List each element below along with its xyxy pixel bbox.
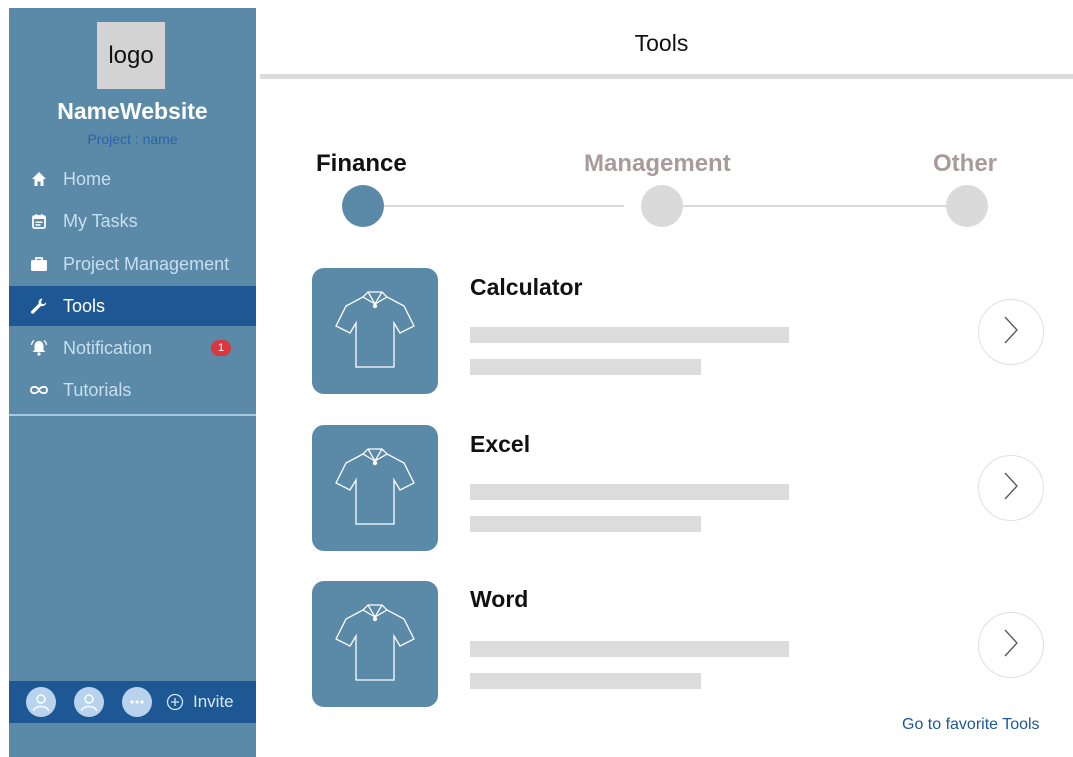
step-label-finance[interactable]: Finance — [316, 150, 407, 178]
sidebar-footer: Invite — [9, 681, 256, 723]
sidebar-item-label: Project Management — [63, 253, 230, 274]
shirt-icon — [332, 289, 418, 374]
sidebar-item-label: Notification — [63, 337, 153, 358]
sidebar-item-notification[interactable]: Notification 1 — [9, 328, 256, 368]
sidebar-item-label: Home — [63, 168, 112, 189]
step-connector — [384, 205, 624, 207]
page-title: Tools — [634, 30, 689, 56]
home-icon — [29, 169, 49, 189]
sidebar-item-my-tasks[interactable]: My Tasks — [9, 201, 256, 241]
shirt-icon — [332, 446, 418, 531]
sidebar-item-tools[interactable]: Tools — [9, 286, 256, 326]
briefcase-icon — [29, 254, 49, 274]
logo-text: logo — [108, 41, 154, 69]
user-avatar-icon[interactable] — [74, 687, 104, 717]
step-label-management[interactable]: Management — [584, 150, 731, 178]
sidebar-item-tutorials[interactable]: Tutorials — [9, 370, 256, 410]
invite-button[interactable]: Invite — [166, 692, 234, 712]
favorite-tools-link[interactable]: Go to favorite Tools — [902, 716, 1040, 734]
site-name: NameWebsite — [57, 98, 208, 124]
tool-name[interactable]: Word — [470, 586, 528, 613]
step-connector — [683, 205, 949, 207]
tool-name[interactable]: Calculator — [470, 274, 582, 301]
chevron-right-icon — [1003, 628, 1019, 663]
step-dot-finance[interactable] — [342, 185, 384, 227]
logo[interactable]: logo — [97, 22, 165, 89]
open-tool-button[interactable] — [978, 299, 1044, 365]
sidebar-item-label: Tutorials — [63, 379, 132, 400]
infinity-icon — [29, 380, 49, 400]
tool-thumbnail[interactable] — [312, 581, 438, 707]
chevron-right-icon — [1003, 315, 1019, 350]
chevron-right-icon — [1003, 471, 1019, 506]
open-tool-button[interactable] — [978, 612, 1044, 678]
step-dot-other[interactable] — [946, 185, 988, 227]
sidebar-item-label: My Tasks — [63, 210, 138, 231]
wrench-icon — [29, 296, 49, 316]
sidebar: logo NameWebsite Project : name Home My … — [9, 8, 256, 757]
project-name: Project : name — [87, 131, 178, 147]
notification-badge: 1 — [211, 340, 231, 356]
sidebar-item-label: Tools — [63, 295, 106, 316]
step-dot-management[interactable] — [641, 185, 683, 227]
text-placeholder — [470, 673, 701, 689]
sidebar-item-home[interactable]: Home — [9, 159, 256, 199]
tool-name[interactable]: Excel — [470, 431, 530, 458]
calendar-icon — [29, 211, 49, 231]
text-placeholder — [470, 516, 701, 532]
tool-thumbnail[interactable] — [312, 425, 438, 551]
open-tool-button[interactable] — [978, 455, 1044, 521]
header-divider — [260, 74, 1073, 79]
sidebar-item-project-management[interactable]: Project Management — [9, 244, 256, 284]
bell-icon — [29, 338, 49, 358]
text-placeholder — [470, 327, 789, 343]
step-label-other[interactable]: Other — [933, 150, 997, 178]
invite-label: Invite — [193, 692, 234, 711]
shirt-icon — [332, 602, 418, 687]
text-placeholder — [470, 359, 701, 375]
more-avatars-icon[interactable] — [122, 687, 152, 717]
text-placeholder — [470, 484, 789, 500]
tool-thumbnail[interactable] — [312, 268, 438, 394]
sidebar-divider — [9, 414, 256, 416]
user-avatar-icon[interactable] — [26, 687, 56, 717]
text-placeholder — [470, 641, 789, 657]
plus-circle-icon — [166, 693, 184, 711]
